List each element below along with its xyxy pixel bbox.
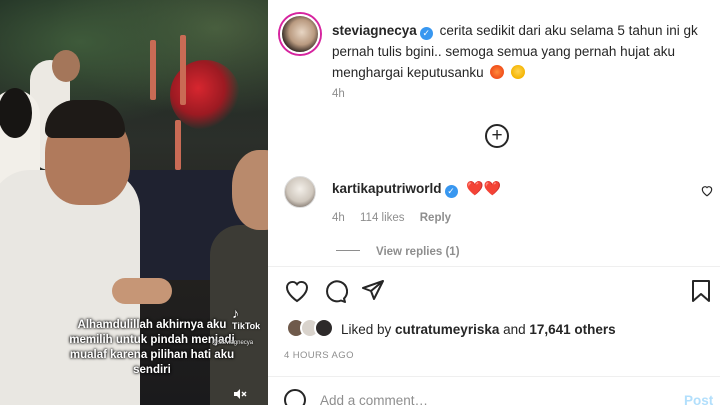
likes-summary[interactable]: Liked by cutratumeyriska and 17,641 othe… bbox=[341, 322, 616, 337]
add-comment-bar: Post bbox=[284, 387, 720, 405]
candle bbox=[180, 35, 186, 105]
post-time: 4h bbox=[332, 88, 345, 100]
bookmark-icon[interactable] bbox=[688, 278, 714, 304]
share-icon[interactable] bbox=[360, 278, 386, 304]
heart-icon[interactable] bbox=[284, 278, 310, 304]
likes-prefix: Liked by bbox=[341, 322, 396, 337]
comment-input[interactable] bbox=[320, 393, 650, 405]
man-hair bbox=[45, 100, 125, 138]
author-username[interactable]: steviagnecya bbox=[332, 23, 417, 38]
emoji-smiley-icon[interactable] bbox=[284, 389, 306, 405]
liker-username[interactable]: cutratumeyriska bbox=[395, 322, 499, 337]
heart-with-ribbon-emoji bbox=[490, 65, 505, 79]
likes-count[interactable]: 17,641 others bbox=[529, 322, 615, 337]
held-hands bbox=[112, 278, 172, 304]
tiktok-handle: @steviagnecya bbox=[212, 340, 254, 346]
candle bbox=[175, 120, 181, 170]
post-comment-button[interactable]: Post bbox=[684, 393, 713, 405]
volume-off-icon[interactable] bbox=[233, 388, 247, 400]
comment-likes[interactable]: 114 likes bbox=[360, 212, 405, 224]
tiktok-watermark: ♪ TikTok bbox=[232, 305, 260, 331]
section-divider bbox=[268, 266, 720, 267]
plus-circle-icon[interactable]: + bbox=[485, 124, 509, 148]
candle bbox=[150, 40, 156, 100]
reply-button[interactable]: Reply bbox=[420, 212, 451, 224]
post-date: 4 HOURS AGO bbox=[284, 350, 354, 361]
commenter-avatar[interactable] bbox=[284, 176, 316, 208]
liker-avatar bbox=[314, 318, 334, 338]
post-details-pane: steviagnecya ✓ cerita sedikit dari aku se… bbox=[268, 0, 720, 405]
comment-heart-icon[interactable] bbox=[700, 184, 714, 197]
replies-divider bbox=[336, 250, 360, 251]
post-video[interactable]: Alhamdulillah akhirnya aku memilih untuk… bbox=[0, 0, 268, 405]
likes-middle: and bbox=[499, 322, 530, 337]
tiktok-logo-icon: ♪ bbox=[232, 305, 239, 321]
comment-icon[interactable] bbox=[322, 278, 348, 304]
comment-hearts: ❤️❤️ bbox=[466, 180, 502, 196]
view-replies-button[interactable]: View replies (1) bbox=[336, 246, 460, 258]
verified-badge-icon: ✓ bbox=[419, 27, 433, 40]
commenter-username[interactable]: kartikaputriworld bbox=[332, 181, 442, 196]
tiktok-brand: TikTok bbox=[232, 321, 261, 331]
video-caption: Alhamdulillah akhirnya aku memilih untuk… bbox=[69, 319, 235, 376]
section-divider bbox=[268, 376, 720, 377]
view-replies-label: View replies (1) bbox=[376, 246, 460, 258]
comment-meta: 4h 114 likes Reply bbox=[332, 212, 463, 224]
background-person-head bbox=[52, 50, 80, 82]
verified-badge-icon: ✓ bbox=[444, 185, 458, 198]
comment-time: 4h bbox=[332, 212, 345, 224]
face-blowing-kiss-emoji bbox=[511, 65, 526, 79]
author-avatar[interactable] bbox=[280, 14, 320, 54]
post-caption-block: steviagnecya ✓ cerita sedikit dari aku se… bbox=[332, 20, 712, 83]
comment-text: kartikaputriworld ✓ ❤️❤️ bbox=[332, 180, 501, 198]
